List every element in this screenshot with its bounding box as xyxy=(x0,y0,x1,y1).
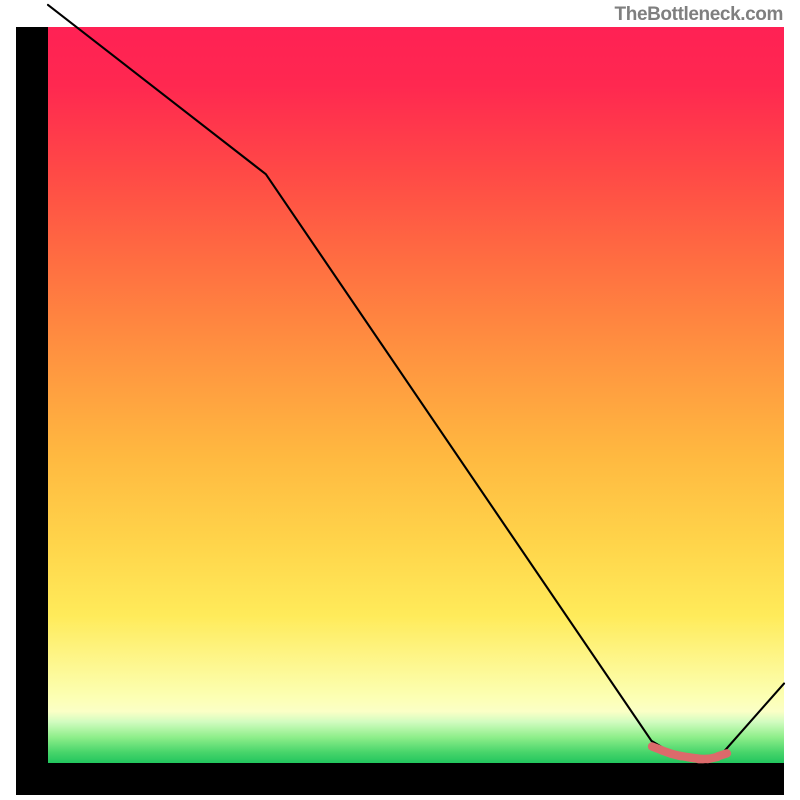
watermark-text: TheBottleneck.com xyxy=(615,4,783,26)
chart-svg xyxy=(48,27,784,763)
data-line xyxy=(48,5,784,759)
chart-viewport: { "watermark": "TheBottleneck.com", "cha… xyxy=(0,0,800,800)
sweet-spot-marker-group xyxy=(652,746,727,759)
sweet-spot-marker xyxy=(717,753,727,756)
chart-plot-area xyxy=(48,27,784,763)
chart-frame xyxy=(16,27,784,795)
